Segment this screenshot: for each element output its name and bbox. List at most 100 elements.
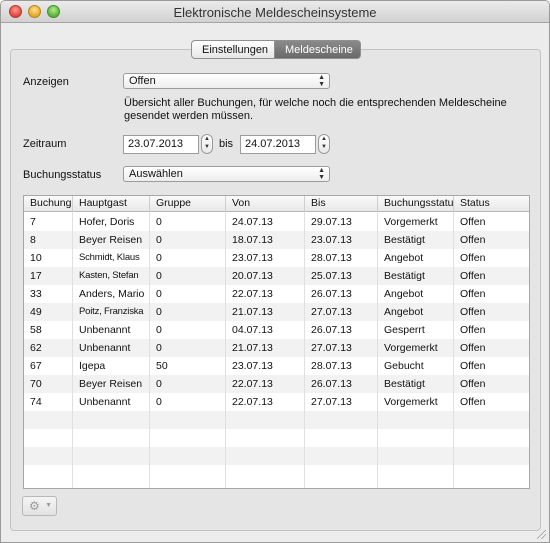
table-row[interactable]: 58 Unbenannt 0 04.07.13 26.07.13 Gesperrt Offe… (24, 321, 529, 339)
cell-gruppe: 0 (156, 306, 162, 318)
cell-von: 20.07.13 (232, 270, 273, 282)
cell-buchungsstatus: Bestätigt (384, 270, 425, 282)
action-menu-button[interactable]: ⚙ ▼ (22, 496, 57, 516)
cell-status: Offen (460, 288, 486, 300)
column-divider (304, 212, 305, 488)
table-row (24, 447, 529, 465)
cell-hauptgast: Beyer Reisen (79, 378, 143, 390)
column-divider (453, 212, 454, 488)
table-row[interactable]: 7 Hofer, Doris 0 24.07.13 29.07.13 Vorgemerkt… (24, 213, 529, 231)
cell-hauptgast: Unbenannt (79, 324, 131, 336)
cell-buchungsstatus: Bestätigt (384, 234, 425, 246)
cell-gruppe: 0 (156, 342, 162, 354)
tab-einstellungen[interactable]: Einstellungen (191, 40, 275, 59)
table-row[interactable]: 74 Unbenannt 0 22.07.13 27.07.13 Vorgemerkt Of… (24, 393, 529, 411)
cell-status: Offen (460, 234, 486, 246)
cell-hauptgast: Beyer Reisen (79, 234, 143, 246)
resize-handle[interactable] (537, 530, 546, 539)
cell-bis: 28.07.13 (311, 252, 352, 264)
cell-von: 22.07.13 (232, 396, 273, 408)
anzeigen-label: Anzeigen (23, 76, 69, 88)
cell-hauptgast: Schmidt, Klaus (79, 252, 140, 263)
tab-meldescheine[interactable]: Meldescheine (275, 40, 361, 59)
popup-arrows-icon: ▲ ▼ (318, 74, 325, 88)
buchungsstatus-label: Buchungsstatus (23, 169, 102, 181)
cell-status: Offen (460, 306, 486, 318)
buchungsstatus-popup[interactable]: Auswählen ▲ ▼ (123, 166, 330, 182)
cell-buchung: 49 (30, 306, 42, 318)
table-row[interactable]: 49 Poitz, Franziska 0 21.07.13 27.07.13 Angeb… (24, 303, 529, 321)
cell-von: 21.07.13 (232, 342, 273, 354)
cell-gruppe: 0 (156, 270, 162, 282)
cell-buchung: 58 (30, 324, 42, 336)
column-divider (377, 212, 378, 488)
cell-von: 22.07.13 (232, 378, 273, 390)
cell-bis: 27.07.13 (311, 396, 352, 408)
cell-hauptgast: Unbenannt (79, 396, 131, 408)
cell-von: 22.07.13 (232, 288, 273, 300)
cell-gruppe: 0 (156, 288, 162, 300)
buchungsstatus-value: Auswählen (129, 168, 183, 180)
date-to-field[interactable]: 24.07.2013 (240, 135, 316, 154)
cell-hauptgast: Hofer, Doris (79, 216, 135, 228)
cell-gruppe: 0 (156, 378, 162, 390)
column-header-buchungsstatus[interactable]: Buchungsstatus (378, 196, 454, 212)
cell-von: 23.07.13 (232, 252, 273, 264)
table-row[interactable]: 70 Beyer Reisen 0 22.07.13 26.07.13 Bestätigt… (24, 375, 529, 393)
date-from-stepper[interactable]: ▲ ▼ (201, 134, 213, 154)
table-row[interactable]: 62 Unbenannt 0 21.07.13 27.07.13 Vorgemerkt Of… (24, 339, 529, 357)
cell-von: 21.07.13 (232, 306, 273, 318)
cell-buchungsstatus: Angebot (384, 306, 424, 318)
column-header-buchung[interactable]: Buchung (24, 196, 73, 212)
cell-buchung: 17 (30, 270, 42, 282)
cell-buchungsstatus: Angebot (384, 252, 424, 264)
cell-bis: 26.07.13 (311, 324, 352, 336)
cell-gruppe: 0 (156, 324, 162, 336)
cell-status: Offen (460, 396, 486, 408)
tab-bar: Einstellungen Meldescheine (191, 40, 361, 59)
cell-bis: 29.07.13 (311, 216, 352, 228)
date-to-stepper[interactable]: ▲ ▼ (318, 134, 330, 154)
cell-status: Offen (460, 270, 486, 282)
column-header-bis[interactable]: Bis (305, 196, 378, 212)
column-header-hauptgast[interactable]: Hauptgast (73, 196, 150, 212)
cell-buchung: 8 (30, 234, 36, 246)
column-header-status[interactable]: Status (454, 196, 529, 212)
table-header: Buchung Hauptgast Gruppe Von Bis Buchungsstat… (24, 196, 529, 212)
cell-status: Offen (460, 324, 486, 336)
cell-von: 04.07.13 (232, 324, 273, 336)
description-text: Übersicht aller Buchungen, für welche no… (124, 97, 507, 122)
gear-icon: ⚙ (29, 499, 40, 513)
window-title: Elektronische Meldescheinsysteme (173, 5, 377, 20)
table-row[interactable]: 8 Beyer Reisen 0 18.07.13 23.07.13 Bestätigt O… (24, 231, 529, 249)
column-header-gruppe[interactable]: Gruppe (150, 196, 226, 212)
cell-buchung: 62 (30, 342, 42, 354)
column-divider (225, 212, 226, 488)
cell-buchung: 67 (30, 360, 42, 372)
zeitraum-label: Zeitraum (23, 138, 67, 150)
table-row[interactable]: 67 Igepa 50 23.07.13 28.07.13 Gebucht Offen (24, 357, 529, 375)
cell-bis: 27.07.13 (311, 342, 352, 354)
cell-buchungsstatus: Gebucht (384, 360, 424, 372)
chevron-down-icon: ▼ (45, 502, 52, 509)
cell-status: Offen (460, 252, 486, 264)
cell-hauptgast: Poitz, Franziska (79, 306, 144, 317)
cell-buchung: 74 (30, 396, 42, 408)
cell-hauptgast: Anders, Mario (79, 288, 145, 300)
cell-status: Offen (460, 216, 486, 228)
column-header-von[interactable]: Von (226, 196, 305, 212)
bookings-table[interactable]: Buchung Hauptgast Gruppe Von Bis Buchungsstat… (23, 195, 530, 489)
cell-buchungsstatus: Bestätigt (384, 378, 425, 390)
table-row[interactable]: 17 Kasten, Stefan 0 20.07.13 25.07.13 Bestäti… (24, 267, 529, 285)
date-from-field[interactable]: 23.07.2013 (123, 135, 199, 154)
cell-buchungsstatus: Vorgemerkt (384, 342, 438, 354)
cell-buchungsstatus: Angebot (384, 288, 424, 300)
anzeigen-popup[interactable]: Offen ▲ ▼ (123, 73, 330, 89)
bis-label: bis (219, 138, 234, 150)
cell-buchungsstatus: Gesperrt (384, 324, 425, 336)
cell-gruppe: 0 (156, 396, 162, 408)
cell-bis: 27.07.13 (311, 306, 352, 318)
table-row[interactable]: 33 Anders, Mario 0 22.07.13 26.07.13 Angebot O… (24, 285, 529, 303)
cell-gruppe: 0 (156, 252, 162, 264)
table-row[interactable]: 10 Schmidt, Klaus 0 23.07.13 28.07.13 Angebot… (24, 249, 529, 267)
